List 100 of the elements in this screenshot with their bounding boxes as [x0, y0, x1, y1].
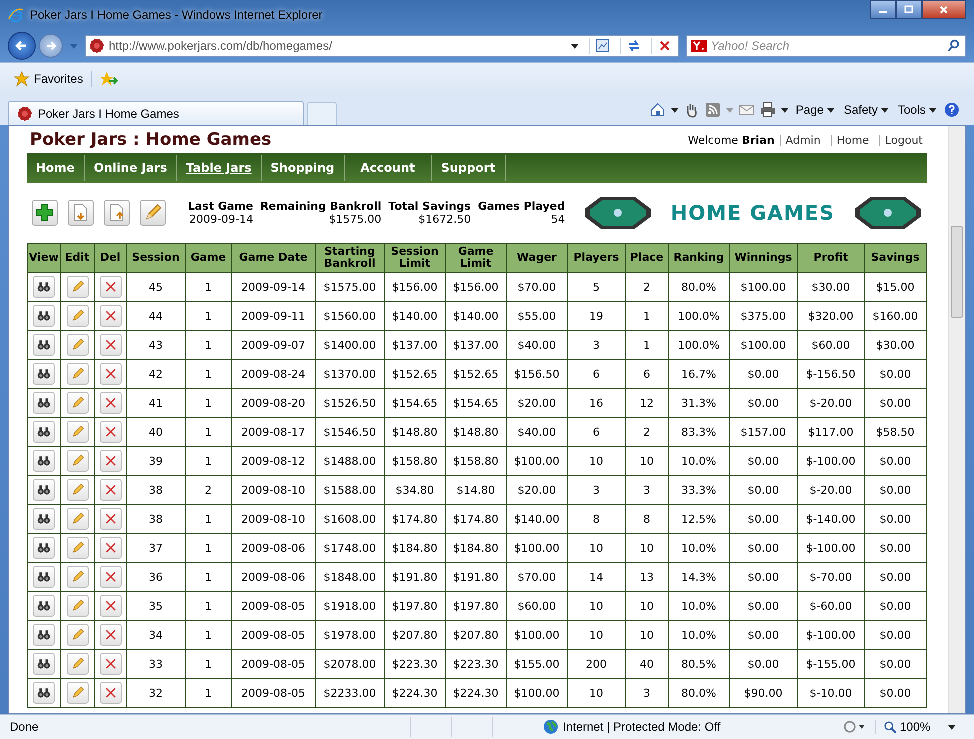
plus-icon — [35, 203, 55, 223]
caret-icon[interactable] — [571, 44, 579, 48]
view-button[interactable] — [33, 566, 55, 588]
user-link[interactable]: Home — [830, 135, 874, 146]
table-cell: 12 — [626, 388, 668, 418]
help-icon[interactable] — [944, 102, 960, 118]
zoom-button[interactable]: 100% — [875, 720, 964, 734]
edit-row-button[interactable] — [66, 653, 88, 675]
table-cell: 32 — [126, 678, 186, 708]
binoculars-icon — [37, 425, 51, 439]
nav-link[interactable]: Shopping — [262, 155, 345, 181]
delete-button[interactable] — [100, 363, 122, 385]
delete-button[interactable] — [100, 624, 122, 646]
caret-icon[interactable] — [670, 108, 679, 112]
browser-tab[interactable]: Poker Jars I Home Games — [8, 101, 304, 125]
edit-row-button[interactable] — [66, 363, 88, 385]
caret-icon[interactable] — [780, 108, 789, 112]
address-field[interactable]: http://www.pokerjars.com/db/homegames/ — [85, 35, 679, 57]
printer-icon[interactable] — [760, 102, 776, 118]
edit-row-button[interactable] — [66, 682, 88, 704]
table-cell: $223.30 — [384, 650, 446, 678]
view-button[interactable] — [33, 479, 55, 501]
edit-row-button[interactable] — [66, 305, 88, 327]
edit-row-button[interactable] — [66, 624, 88, 646]
view-button[interactable] — [33, 508, 55, 530]
window-title: Poker Jars I Home Games - Windows Internet Explorer — [30, 8, 323, 22]
column-header: Session Limit — [384, 244, 446, 272]
view-button[interactable] — [33, 421, 55, 443]
view-button[interactable] — [33, 624, 55, 646]
delete-button[interactable] — [100, 537, 122, 559]
edit-button[interactable] — [140, 200, 166, 226]
search-box[interactable]: Yahoo! Search — [686, 35, 966, 57]
view-button[interactable] — [33, 392, 55, 414]
maximize-button[interactable] — [896, 0, 922, 19]
view-button[interactable] — [33, 276, 55, 298]
edit-row-button[interactable] — [66, 479, 88, 501]
binoculars-icon — [37, 280, 51, 294]
add-favorite-icon[interactable] — [100, 71, 118, 87]
add-button[interactable] — [32, 200, 58, 226]
forward-button[interactable] — [39, 34, 63, 58]
search-icon[interactable] — [947, 39, 961, 53]
delete-button[interactable] — [100, 276, 122, 298]
table-cell: 2009-08-20 — [232, 388, 316, 418]
home-icon[interactable] — [650, 102, 666, 118]
command-menu[interactable]: Page — [794, 103, 837, 117]
edit-row-button[interactable] — [66, 450, 88, 472]
minimize-button[interactable] — [870, 0, 896, 19]
view-button[interactable] — [33, 653, 55, 675]
table-cell: 10.0% — [668, 446, 730, 476]
edit-row-button[interactable] — [66, 537, 88, 559]
nav-link[interactable]: Home — [27, 155, 85, 181]
nav-link[interactable]: Table Jars — [177, 155, 262, 181]
user-link[interactable]: Logout — [879, 135, 923, 146]
back-button[interactable] — [8, 32, 36, 60]
edit-row-button[interactable] — [66, 595, 88, 617]
table-cell: $20.00 — [506, 476, 568, 504]
delete-button[interactable] — [100, 653, 122, 675]
view-button[interactable] — [33, 334, 55, 356]
nav-link[interactable]: Support — [432, 155, 506, 181]
view-button[interactable] — [33, 682, 55, 704]
delete-button[interactable] — [100, 566, 122, 588]
nav-link[interactable]: Account — [344, 155, 432, 181]
command-menu[interactable]: Tools — [896, 103, 939, 117]
view-button[interactable] — [33, 450, 55, 472]
favorites-button[interactable]: Favorites — [14, 71, 92, 87]
delete-button[interactable] — [100, 479, 122, 501]
view-button[interactable] — [33, 595, 55, 617]
delete-button[interactable] — [100, 595, 122, 617]
edit-row-button[interactable] — [66, 392, 88, 414]
import-button[interactable] — [68, 200, 94, 226]
maximize-icon — [904, 4, 914, 14]
edit-row-button[interactable] — [66, 334, 88, 356]
edit-row-button[interactable] — [66, 276, 88, 298]
export-button[interactable] — [104, 200, 130, 226]
table-cell: $158.80 — [384, 446, 446, 476]
table-cell: 2009-09-07 — [232, 330, 316, 360]
close-button[interactable] — [922, 0, 966, 19]
delete-button[interactable] — [100, 450, 122, 472]
edit-row-button[interactable] — [66, 566, 88, 588]
view-button[interactable] — [33, 305, 55, 327]
nav-link[interactable]: Online Jars — [84, 155, 178, 181]
view-button[interactable] — [33, 537, 55, 559]
delete-button[interactable] — [100, 334, 122, 356]
protection-icon[interactable] — [843, 720, 865, 734]
delete-button[interactable] — [100, 305, 122, 327]
user-link[interactable]: Admin — [780, 135, 826, 146]
delete-button[interactable] — [100, 392, 122, 414]
command-menu[interactable]: Safety — [842, 103, 891, 117]
feed-icon[interactable] — [704, 102, 721, 118]
delete-button[interactable] — [100, 508, 122, 530]
scrollbar[interactable] — [948, 126, 965, 713]
delete-button[interactable] — [100, 421, 122, 443]
view-button[interactable] — [33, 363, 55, 385]
binoculars-icon — [37, 657, 51, 671]
delete-button[interactable] — [100, 682, 122, 704]
table-cell: 39 — [126, 446, 186, 476]
table-cell: 2009-08-10 — [232, 476, 316, 504]
edit-row-button[interactable] — [66, 421, 88, 443]
edit-row-button[interactable] — [66, 508, 88, 530]
table-cell: $174.80 — [446, 504, 506, 534]
